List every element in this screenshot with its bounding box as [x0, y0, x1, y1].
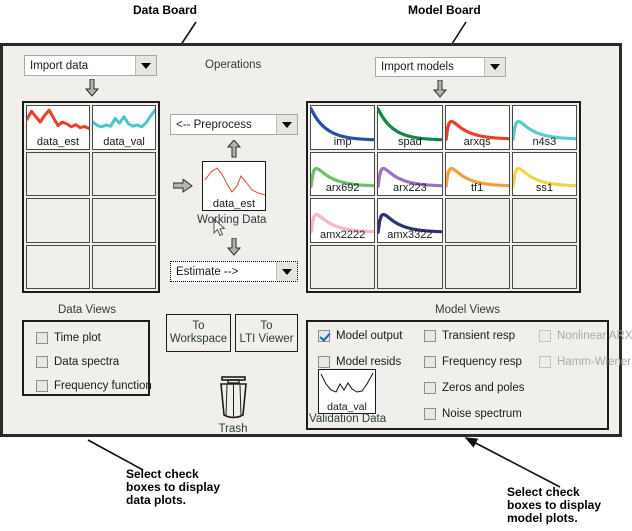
model-cell-ss1[interactable]: ss1	[511, 151, 577, 196]
validation-data-name: data_val	[327, 401, 367, 413]
model-cell-tf1[interactable]: tf1	[444, 151, 510, 196]
data-view-data-spectra[interactable]: Data spectra	[36, 356, 119, 368]
data-cell-empty[interactable]	[92, 151, 156, 196]
import-data-dropdown[interactable]: Import data	[24, 55, 157, 76]
model-cell-arxqs[interactable]: arxqs	[444, 105, 510, 150]
model-cell-amx3322[interactable]: amx3322	[377, 198, 443, 243]
to-workspace-button[interactable]: To Workspace	[166, 314, 231, 352]
data-board[interactable]: data_est data_val	[22, 101, 160, 293]
preprocess-dropdown[interactable]: <-- Preprocess	[170, 114, 298, 135]
model-cell-label: n4s3	[532, 135, 557, 148]
to-lti-viewer-button[interactable]: To LTI Viewer	[235, 314, 298, 352]
checkbox-label: Data spectra	[54, 356, 120, 368]
flow-arrow-down-estimate	[227, 238, 241, 256]
model-cell-amx2222[interactable]: amx2222	[310, 198, 376, 243]
annotation-data-plots-note: Select check boxes to display data plots…	[126, 467, 221, 507]
model-cell-empty[interactable]	[444, 198, 510, 243]
data-view-time-plot[interactable]: Time plot	[36, 332, 101, 344]
data-cell-empty[interactable]	[26, 151, 90, 196]
checkbox-label: Hamm-Wiener	[557, 356, 632, 368]
trash-icon[interactable]	[216, 376, 251, 422]
annotation-data-board: Data Board	[133, 3, 198, 17]
model-cell-n4s3[interactable]: n4s3	[511, 105, 577, 150]
checkbox-icon[interactable]	[36, 356, 48, 368]
data-view-frequency-function[interactable]: Frequency function	[36, 380, 152, 392]
import-models-dropdown[interactable]: Import models	[375, 57, 506, 77]
model-cell-label: tf1	[471, 182, 484, 194]
annotation-model-board: Model Board	[408, 3, 481, 17]
model-cell-empty[interactable]	[511, 244, 577, 289]
model-cell-empty[interactable]	[511, 198, 577, 243]
validation-data-thumbnail[interactable]: data_val	[318, 369, 376, 414]
data-cell-empty[interactable]	[92, 198, 156, 243]
model-cell-label: arxqs	[463, 135, 491, 148]
flow-arrow-down-models	[433, 80, 447, 98]
checkbox-icon	[539, 356, 551, 368]
trash-label: Trash	[218, 423, 248, 435]
data-cell-label: data_val	[103, 135, 145, 148]
working-data-name: data_est	[212, 198, 256, 210]
chevron-down-icon[interactable]	[135, 56, 156, 75]
data-cell-label: data_est	[36, 135, 80, 148]
model-cell-empty[interactable]	[444, 244, 510, 289]
operations-title: Operations	[205, 59, 262, 71]
checkbox-label: Frequency function	[54, 380, 152, 392]
model-cell-empty[interactable]	[310, 244, 376, 289]
estimate-dropdown[interactable]: Estimate -->	[170, 261, 298, 282]
model-board[interactable]: imp spad arxqs n4s3 arx692 arx223 tf1 ss1 amx222…	[306, 101, 581, 293]
ident-gui-panel: Import data Import models data_est data_v…	[0, 43, 632, 437]
chevron-down-icon[interactable]	[484, 58, 505, 76]
model-view-nonlinear-arx: Nonlinear ARX	[539, 330, 632, 342]
model-cell-label: spad	[397, 135, 422, 148]
data-cell-empty[interactable]	[26, 244, 90, 289]
import-data-label: Import data	[30, 59, 89, 72]
model-cell-label: arx223	[393, 182, 427, 194]
model-view-hamm-wiener: Hamm-Wiener	[539, 356, 631, 368]
validation-data-caption: Validation Data	[309, 413, 387, 425]
to-lti-viewer-label: To LTI Viewer	[239, 320, 294, 345]
model-cell-label: ss1	[535, 182, 553, 194]
data-cell-data_val[interactable]: data_val	[92, 105, 156, 150]
flow-arrow-right-to-working	[173, 179, 193, 193]
model-cell-label: imp	[333, 135, 352, 148]
flow-arrow-up-preprocess	[227, 140, 241, 158]
model-views-group: Model output Model resids Transient resp F…	[306, 320, 632, 430]
checkbox-label: Time plot	[54, 332, 101, 344]
model-views-title: Model Views	[435, 304, 500, 316]
to-workspace-label: To Workspace	[169, 320, 228, 345]
preprocess-label: <-- Preprocess	[176, 118, 252, 131]
data-views-group: Time plot Data spectra Frequency function	[22, 320, 152, 396]
checkbox-icon[interactable]	[36, 332, 48, 344]
model-cell-label: amx3322	[387, 228, 433, 241]
flow-arrow-down-data	[85, 79, 99, 97]
checkbox-icon	[539, 330, 551, 342]
annotation-model-plots-note: Select check boxes to display model plot…	[507, 485, 602, 525]
checkbox-icon[interactable]	[36, 380, 48, 392]
checkbox-label: Nonlinear ARX	[557, 330, 632, 342]
working-data-caption: Working Data	[197, 214, 267, 226]
data-views-title: Data Views	[58, 304, 116, 316]
model-cell-spad[interactable]: spad	[377, 105, 443, 150]
model-cell-imp[interactable]: imp	[310, 105, 376, 150]
estimate-label: Estimate -->	[176, 265, 239, 278]
data-cell-data_est[interactable]: data_est	[26, 105, 90, 150]
chevron-down-icon[interactable]	[276, 115, 297, 134]
data-cell-empty[interactable]	[26, 198, 90, 243]
data-cell-empty[interactable]	[92, 244, 156, 289]
model-cell-label: amx2222	[319, 228, 366, 241]
model-cell-arx692[interactable]: arx692	[310, 151, 376, 196]
import-models-label: Import models	[381, 61, 454, 73]
chevron-down-icon[interactable]	[276, 262, 297, 281]
working-data-thumbnail[interactable]: data_est	[202, 161, 266, 211]
model-cell-label: arx692	[325, 182, 360, 194]
model-cell-empty[interactable]	[377, 244, 443, 289]
model-cell-arx223[interactable]: arx223	[377, 151, 443, 196]
